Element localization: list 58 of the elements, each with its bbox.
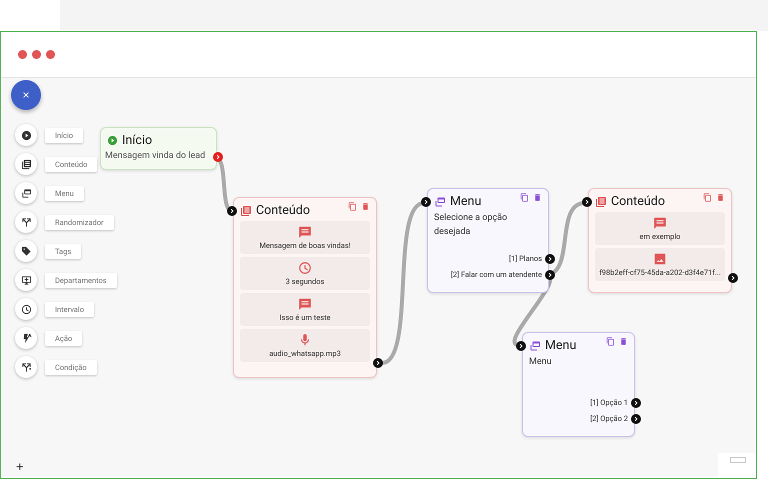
connector-handle[interactable] [728,273,738,283]
node-text: Selecione a opção desejada [434,212,508,238]
content-icon [240,204,252,216]
palette-button[interactable] [15,298,37,320]
palette-icon [20,246,32,256]
content-icon [595,196,607,208]
menu-icon [529,340,541,352]
menu-icon [434,196,446,208]
palette-icon [20,130,32,140]
microphone-icon [298,333,312,347]
image-icon [653,252,667,266]
palette-button[interactable] [15,211,37,233]
palette-button[interactable] [15,269,37,291]
message-icon [298,297,312,311]
connector-handle[interactable] [582,197,592,207]
delete-icon [619,337,628,346]
connector-handle[interactable] [631,414,641,424]
palette-icon [20,274,32,286]
connector-handle[interactable] [516,341,526,351]
node-title: Conteúdo [611,194,665,209]
palette-button[interactable] [15,356,37,378]
palette-button[interactable] [15,240,37,262]
message-icon [653,216,667,230]
node-text: Menu [529,356,553,369]
copy-icon [520,193,529,202]
delete-icon [361,202,370,211]
add-button[interactable]: + [13,459,27,474]
message-icon [298,225,312,239]
palette-icon [20,362,32,372]
window-dot [18,50,27,59]
node-title: Início [122,133,152,148]
start-node[interactable]: Início Mensagem vinda do lead [100,127,217,170]
connector-handle[interactable] [373,358,383,368]
node-title: Menu [545,338,576,353]
palette-button[interactable] [15,327,37,349]
delete-icon [716,193,725,202]
connector-handle[interactable] [421,197,431,207]
palette-button[interactable] [15,153,37,175]
clock-icon [298,261,312,275]
connector-handle[interactable] [631,398,641,408]
node-text: Mensagem vinda do lead [105,151,206,161]
palette-icon [20,158,32,170]
copy-icon [703,193,712,202]
copy-icon [606,337,615,346]
delete-icon [533,193,542,202]
palette-icon [20,216,32,228]
window-dot [32,50,41,59]
node-title: Conteúdo [256,203,310,218]
close-button[interactable]: × [11,80,41,110]
palette-icon [20,188,32,198]
connector-handle[interactable] [545,254,555,264]
window-dot [46,50,55,59]
play-icon [107,135,118,146]
copy-icon [348,202,357,211]
palette-button[interactable] [15,182,37,204]
palette-icon [20,304,32,314]
node-title: Menu [450,194,482,209]
palette-button[interactable] [15,124,37,146]
